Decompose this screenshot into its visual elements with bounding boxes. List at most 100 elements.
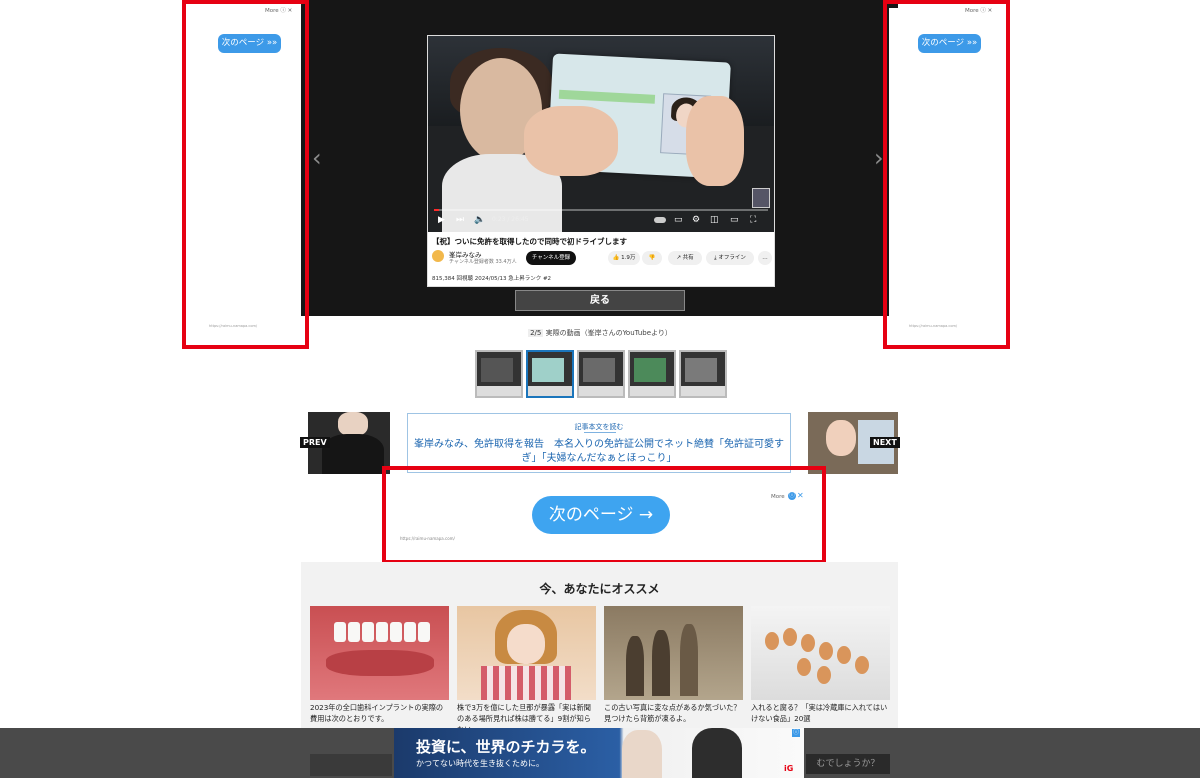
tooth — [334, 622, 346, 642]
theater-icon[interactable]: ▭ — [730, 215, 739, 225]
gallery-thumbnail[interactable] — [475, 350, 523, 398]
thumbnail-image — [634, 358, 666, 382]
face-shape — [507, 624, 545, 664]
recommendation-title[interactable]: この古い写真に変な点があるか気づいた？見つけたら背筋が凍るよ。 — [604, 702, 743, 724]
egg — [819, 642, 833, 660]
video-frame[interactable]: ▶ ⏭ 🔈 0:23 / 26:45 ▭ ⚙ ◫ ▭ ⛶ — [428, 36, 774, 232]
recommendation-image — [310, 606, 449, 700]
egg — [783, 628, 797, 646]
tooth — [362, 622, 374, 642]
background-content-peek — [310, 754, 392, 776]
like-count: 1.9万 — [621, 255, 636, 261]
slide-caption: 2/5 実際の動画（峯岸さんのYouTubeより） — [0, 328, 1200, 338]
next-label[interactable]: NEXT — [870, 437, 900, 448]
like-icon: 👍 — [612, 255, 620, 261]
egg — [817, 666, 831, 684]
recommendation-title[interactable]: 入れると腐る？「実は冷蔵庫に入れてはいけない食品」20選 — [751, 702, 890, 724]
share-icon: ↗ — [676, 255, 681, 261]
license-color-band — [558, 89, 656, 104]
highlight-frame-center-ad — [382, 466, 826, 564]
article-title-link[interactable]: 峯岸みなみ、免許取得を報告 本名入りの免許証公開でネット絶賛「免許証可愛すぎ」「… — [412, 438, 786, 466]
progress-fill — [434, 209, 439, 211]
autoplay-icon[interactable] — [654, 217, 666, 223]
tooth — [348, 622, 360, 642]
hand-left — [524, 106, 618, 176]
thumbnail-caption-bar — [477, 386, 521, 396]
side-ad-right[interactable]: More ⓘ ✕ 次のページ »» https://raimu-namapa.c… — [889, 8, 1001, 333]
side-ad-next-page-button[interactable]: 次のページ »» — [218, 34, 281, 53]
figure — [652, 630, 670, 696]
prev-label[interactable]: PREV — [300, 437, 330, 448]
view-stats: 815,384 回視聴 2024/05/13 急上昇ランク #2 — [432, 276, 552, 282]
egg — [837, 646, 851, 664]
ad-info-icon[interactable]: ⓘ — [792, 729, 800, 737]
next-image-face — [826, 420, 856, 456]
tooth — [418, 622, 430, 642]
dislike-button[interactable]: 👎 — [642, 251, 662, 265]
channel-subscriber-count: チャンネル登録者数 33.4万人 — [449, 259, 517, 265]
article-link-box[interactable]: 記事本文を読む 峯岸みなみ、免許取得を報告 本名入りの免許証公開でネット絶賛「免… — [407, 413, 791, 473]
share-label: 共有 — [682, 255, 694, 261]
recommendation-image — [604, 606, 743, 700]
thumbnail-image — [532, 358, 564, 382]
subscribe-button[interactable]: チャンネル登録 — [526, 251, 576, 265]
read-more-label[interactable]: 記事本文を読む — [408, 422, 790, 432]
gum-shape — [326, 650, 434, 676]
egg — [801, 634, 815, 652]
thumbnail-caption-bar — [681, 386, 725, 396]
more-options-button[interactable]: … — [758, 251, 772, 265]
gallery-thumbnail[interactable] — [679, 350, 727, 398]
thumbnail-caption-bar — [579, 386, 623, 396]
settings-icon[interactable]: ⚙ — [692, 215, 700, 225]
subtitles-icon[interactable]: ▭ — [674, 215, 683, 225]
side-ad-left[interactable]: More ⓘ ✕ 次のページ »» https://raimu-namapa.c… — [189, 8, 301, 333]
recommendation-image — [751, 606, 890, 700]
dislike-icon: 👎 — [648, 255, 656, 261]
tooth — [404, 622, 416, 642]
back-button[interactable]: 戻る — [515, 290, 685, 311]
egg — [765, 632, 779, 650]
channel-watermark — [752, 188, 770, 208]
thumbnail-image — [583, 358, 615, 382]
bottom-ad[interactable]: 投資に、世界のチカラを。 かつてない時代を生き抜くために。 iG ⓘ — [394, 728, 804, 778]
gallery-thumbnail[interactable] — [577, 350, 625, 398]
side-ad-next-page-button[interactable]: 次のページ »» — [918, 34, 981, 53]
prev-image-face — [338, 412, 368, 436]
read-more-underline — [584, 432, 616, 433]
play-icon[interactable]: ▶ — [438, 215, 445, 225]
offline-button[interactable]: ⤓ オフライン — [706, 251, 754, 265]
bottom-ad-subline: かつてない時代を生き抜くために。 — [416, 759, 544, 768]
ad-more-label[interactable]: More ⓘ ✕ — [265, 6, 292, 14]
miniplayer-icon[interactable]: ◫ — [710, 215, 719, 225]
download-icon: ⤓ — [714, 255, 717, 261]
bottom-ad-person — [622, 730, 662, 778]
bottom-ad-headline: 投資に、世界のチカラを。 — [416, 738, 596, 756]
figure — [626, 636, 644, 696]
ad-more-label[interactable]: More ⓘ ✕ — [965, 6, 992, 14]
thumbnail-image — [481, 358, 513, 382]
hand-right — [686, 96, 744, 186]
video-controls: ▶ ⏭ 🔈 0:23 / 26:45 ▭ ⚙ ◫ ▭ ⛶ — [428, 206, 774, 232]
fullscreen-icon[interactable]: ⛶ — [750, 215, 756, 225]
youtube-screenshot[interactable]: ▶ ⏭ 🔈 0:23 / 26:45 ▭ ⚙ ◫ ▭ ⛶ 【祝】ついに免許を取得… — [427, 35, 775, 287]
channel-avatar[interactable] — [432, 250, 444, 262]
share-button[interactable]: ↗ 共有 — [668, 251, 702, 265]
bottom-sticky-banner: 投資に、世界のチカラを。 かつてない時代を生き抜くために。 iG ⓘ むでしょう… — [0, 728, 1200, 778]
time-display: 0:23 / 26:45 — [492, 216, 529, 223]
egg — [797, 658, 811, 676]
recommendation-title[interactable]: 2023年の全口歯科インプラントの実際の費用は次のとおりです。 — [310, 702, 449, 724]
volume-icon[interactable]: 🔈 — [474, 215, 485, 225]
tooth — [390, 622, 402, 642]
like-button[interactable]: 👍 1.9万 — [608, 251, 640, 265]
video-title: 【祝】ついに免許を取得したので同時で初ドライブします — [432, 237, 627, 246]
next-icon[interactable]: ⏭ — [456, 215, 464, 225]
recommendation-image — [457, 606, 596, 700]
kimono-shape — [481, 666, 571, 700]
recommendations-heading: 今、あなたにオススメ — [539, 582, 660, 596]
gallery-thumbnail[interactable] — [628, 350, 676, 398]
progress-bar[interactable] — [434, 209, 768, 211]
slide-counter: 2/5 — [528, 329, 544, 337]
gallery-prev-arrow-icon[interactable]: ‹ — [312, 146, 322, 170]
offline-label: オフライン — [718, 255, 746, 261]
gallery-thumbnail-active[interactable] — [526, 350, 574, 398]
